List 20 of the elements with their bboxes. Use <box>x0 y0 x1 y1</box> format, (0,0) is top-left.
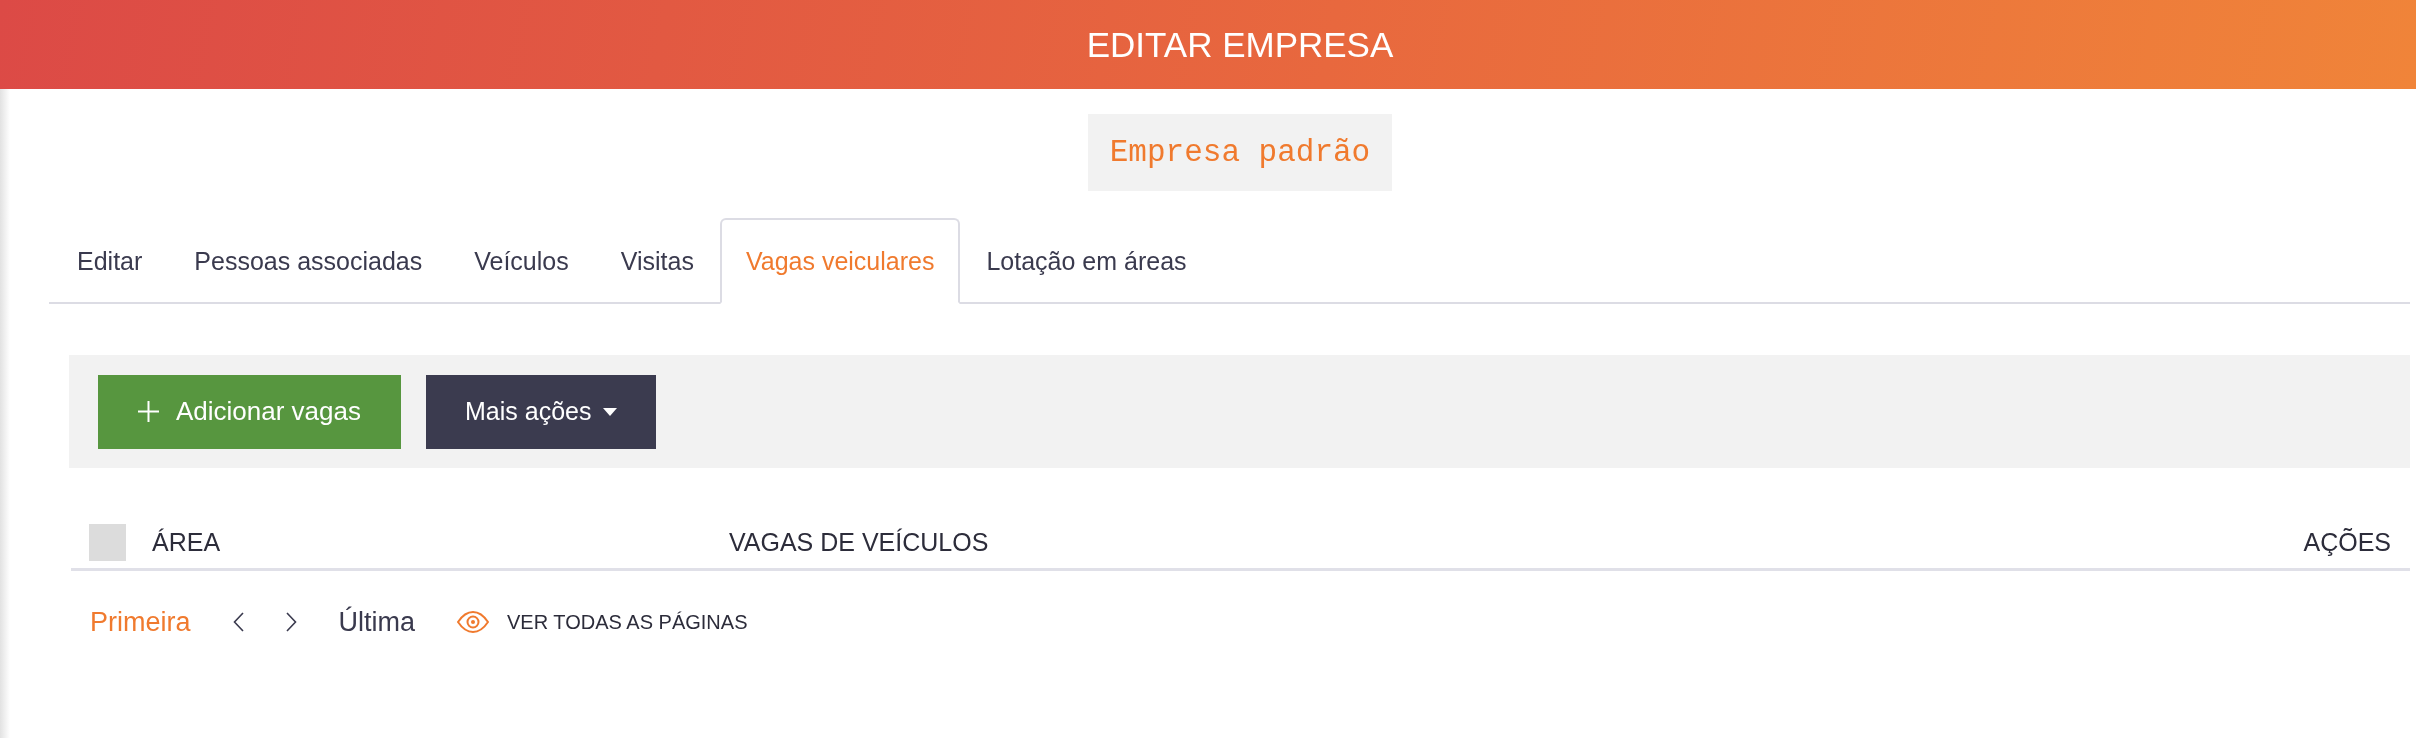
page-link[interactable]: Última <box>338 606 416 638</box>
select-all-checkbox[interactable] <box>89 524 126 561</box>
caret-icon <box>603 407 618 416</box>
chevron-left-icon[interactable] <box>232 612 244 632</box>
tab[interactable]: Lotação em áreas <box>960 218 1213 304</box>
plus-icon <box>138 401 159 422</box>
tab[interactable]: Pessoas associadas <box>168 218 449 304</box>
view-all-pages-button[interactable]: VER TODAS AS PÁGINAS <box>457 610 748 634</box>
page-title: EDITAR EMPRESA <box>1086 24 1394 65</box>
company-name: Empresa padrão <box>1087 114 1393 191</box>
chevron-right-icon[interactable] <box>285 612 297 632</box>
add-button[interactable]: Adicionar vagas <box>98 374 401 449</box>
tab[interactable]: Editar <box>51 218 169 304</box>
column-header: ÁREA <box>151 528 221 557</box>
column-header: AÇÕES <box>2303 528 2391 557</box>
dropdown-button[interactable]: Mais ações <box>426 374 657 449</box>
column-header: VAGAS DE VEÍCULOS <box>729 528 989 557</box>
eye-icon <box>457 611 490 633</box>
tab[interactable]: Visitas <box>594 218 720 304</box>
tab[interactable]: Veículos <box>448 218 595 304</box>
